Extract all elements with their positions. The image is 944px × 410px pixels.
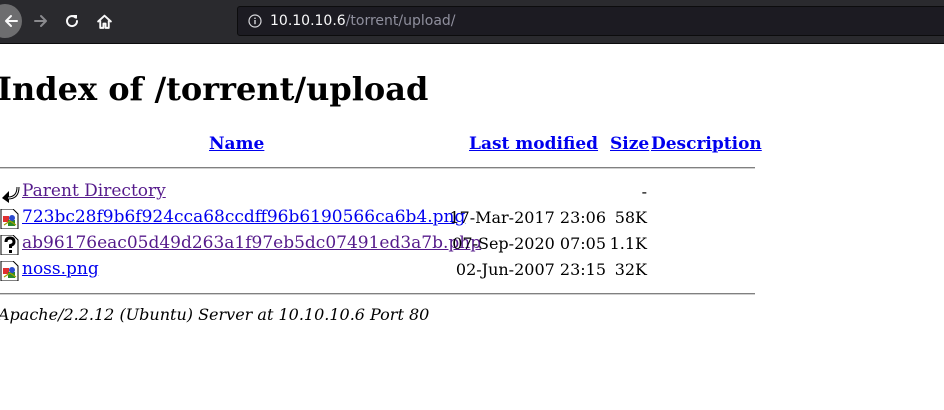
image-file-icon	[0, 261, 19, 281]
page-title: Index of /torrent/upload	[0, 70, 429, 108]
server-signature: Apache/2.2.12 (Ubuntu) Server at 10.10.1…	[0, 305, 430, 324]
image-file-icon	[0, 209, 19, 229]
home-icon	[96, 14, 112, 29]
reload-button[interactable]	[57, 6, 87, 36]
header-divider	[0, 167, 755, 169]
reload-icon	[66, 15, 79, 28]
url-host: 10.10.10.6	[270, 13, 346, 29]
home-button[interactable]	[89, 6, 119, 36]
row-size: 1.1K	[609, 234, 647, 253]
url-text[interactable]: 10.10.10.6/torrent/upload/	[270, 13, 456, 29]
sort-by-size-link[interactable]: Size	[610, 134, 649, 154]
file-link[interactable]: noss.png	[22, 259, 99, 279]
footer-divider	[0, 293, 755, 295]
sort-by-description-link[interactable]: Description	[651, 134, 762, 154]
row-date: 02-Jun-2007 23:15	[455, 260, 606, 279]
row-size: 58K	[614, 208, 647, 227]
url-bar[interactable]: 10.10.10.6/torrent/upload/	[237, 6, 944, 36]
back-button[interactable]	[0, 4, 22, 38]
forward-button[interactable]	[26, 6, 56, 36]
back-arrow-icon	[2, 186, 20, 203]
file-link[interactable]: 723bc28f9b6f924cca68ccdff96b6190566ca6b4…	[22, 207, 465, 227]
row-date: 07-Sep-2020 07:05	[452, 234, 606, 253]
table-row: 723bc28f9b6f924cca68ccdff96b6190566ca6b4…	[0, 207, 760, 233]
row-size: -	[641, 182, 647, 201]
table-row: noss.png 02-Jun-2007 23:15 32K	[0, 259, 760, 285]
info-icon[interactable]	[248, 14, 262, 28]
sort-by-last-modified-link[interactable]: Last modified	[469, 134, 598, 154]
back-arrow-icon	[5, 15, 18, 27]
forward-arrow-icon	[34, 15, 47, 27]
parent-directory-link[interactable]: Parent Directory	[22, 181, 166, 201]
file-link[interactable]: ab96176eac05d49d263a1f97eb5dc07491ed3a7b…	[22, 233, 481, 253]
url-path: /torrent/upload/	[345, 13, 456, 29]
table-row: ab96176eac05d49d263a1f97eb5dc07491ed3a7b…	[0, 233, 760, 259]
row-size: 32K	[614, 260, 647, 279]
browser-toolbar: 10.10.10.6/torrent/upload/	[0, 0, 944, 44]
unknown-file-icon	[0, 235, 19, 255]
table-row: Parent Directory -	[0, 181, 760, 207]
row-date: 17-Mar-2017 23:06	[449, 208, 606, 227]
sort-by-name-link[interactable]: Name	[209, 134, 264, 154]
